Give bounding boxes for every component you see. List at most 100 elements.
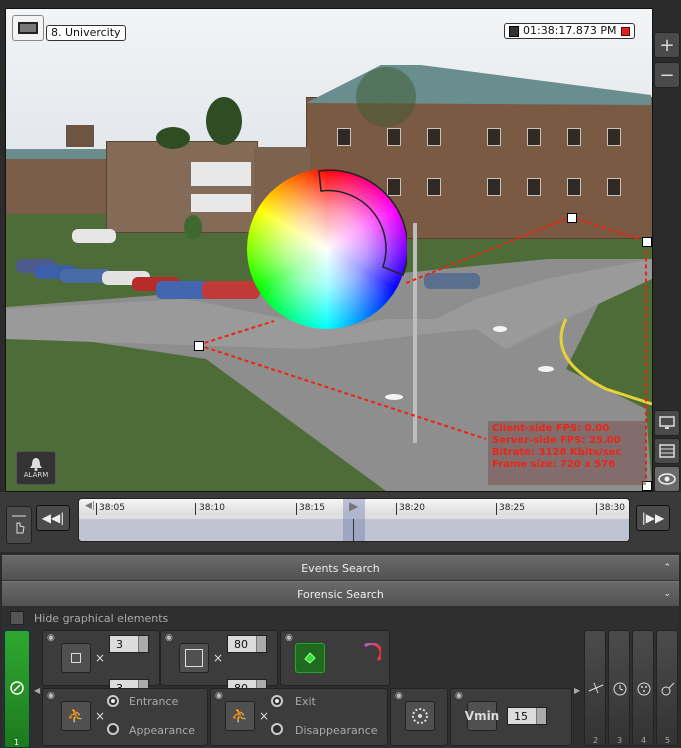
- expand-icon[interactable]: ⌃: [663, 563, 671, 573]
- times-label: ×: [95, 709, 106, 723]
- motion-icon: [661, 682, 675, 696]
- monitor-view-button[interactable]: [654, 410, 680, 436]
- speed-icon: Vmin: [464, 709, 500, 723]
- stream-stats: Client-side FPS: 0.00 Server-side FPS: 2…: [488, 421, 646, 485]
- paint-bucket-icon: [304, 652, 316, 664]
- min-speed-button[interactable]: Vmin: [464, 701, 500, 731]
- disappearance-label: Disappearance: [295, 724, 378, 737]
- timeline-mode-button[interactable]: [6, 506, 32, 544]
- archive-view-button[interactable]: [654, 438, 680, 464]
- loitering-button[interactable]: [405, 701, 435, 731]
- play-icon[interactable]: ▶: [349, 499, 358, 513]
- hide-graphical-label: Hide graphical elements: [34, 612, 169, 625]
- fast-forward-icon: |▶▶: [641, 511, 665, 525]
- scroll-left-icon[interactable]: ◀: [34, 686, 40, 695]
- times-label: ×: [95, 651, 106, 665]
- timeline-tick: 38:20: [399, 503, 425, 513]
- hide-graphical-checkbox[interactable]: [10, 611, 24, 625]
- mode-number: 5: [665, 736, 671, 745]
- query-tab-1[interactable]: 1: [4, 630, 30, 748]
- timeline-tick: 38:15: [299, 503, 325, 513]
- color-fill-button[interactable]: [295, 643, 325, 673]
- mode-button-5[interactable]: 5: [656, 630, 678, 746]
- stat-server-fps: Server-side FPS: 25.00: [492, 435, 621, 446]
- volume-icon[interactable]: ◀|: [85, 501, 95, 511]
- dotted-circle-icon: [412, 708, 428, 724]
- stat-frame-size: Frame size: 720 x 576: [492, 459, 616, 470]
- clock-icon: [613, 682, 627, 696]
- line-cross-icon: [588, 682, 604, 694]
- times-label: ×: [213, 651, 224, 665]
- step-forward-button[interactable]: |▶▶: [636, 505, 670, 531]
- exit-button[interactable]: ⛹: [225, 701, 255, 731]
- eye-icon[interactable]: ◉: [47, 633, 55, 643]
- stat-bitrate: Bitrate: 3128 Kbits/sec: [492, 447, 622, 458]
- film-icon: [659, 444, 675, 458]
- playhead-line: [353, 519, 354, 541]
- mode-number: 2: [593, 736, 599, 745]
- events-search-title: Events Search: [301, 561, 380, 575]
- eye-icon[interactable]: ◉: [165, 633, 173, 643]
- eye-icon[interactable]: ◉: [455, 691, 463, 701]
- exit-radio[interactable]: [271, 695, 283, 707]
- mode-number: 4: [641, 736, 647, 745]
- zone-vertex-handle[interactable]: [194, 341, 204, 351]
- mode-button-4[interactable]: 4: [632, 630, 654, 746]
- large-object-button[interactable]: [179, 643, 209, 673]
- detection-zone[interactable]: [6, 9, 652, 491]
- entrance-button[interactable]: ⛹: [61, 701, 91, 731]
- walking-person-icon: ⛹: [231, 708, 249, 724]
- entrance-label: Entrance: [129, 695, 179, 708]
- eye-icon[interactable]: ◉: [47, 691, 55, 701]
- mode-button-3[interactable]: 3: [608, 630, 630, 746]
- zone-vertex-handle[interactable]: [567, 213, 577, 223]
- loitering-group: ◉: [390, 688, 448, 746]
- bell-icon: [30, 458, 42, 471]
- small-width-spinner[interactable]: 3: [109, 635, 149, 653]
- timeline-tick: 38:30: [599, 503, 625, 513]
- zoom-in-button[interactable]: +: [654, 32, 680, 58]
- alarm-label: ALARM: [23, 471, 49, 479]
- forensic-view-button[interactable]: [654, 466, 680, 492]
- speed-spinner[interactable]: 15: [507, 707, 547, 725]
- entrance-radio[interactable]: [107, 695, 119, 707]
- square-icon: [71, 653, 81, 663]
- eye-icon[interactable]: ◉: [395, 691, 403, 701]
- stat-client-fps: Client-side FPS: 0.00: [492, 423, 610, 434]
- eye-icon[interactable]: ◉: [285, 633, 293, 643]
- timeline-tick: 38:10: [199, 503, 225, 513]
- video-viewport[interactable]: 8. Univercity 01:38:17.873 PM Client-sid…: [5, 8, 653, 492]
- plus-icon: +: [659, 34, 675, 56]
- alarm-button[interactable]: ALARM: [16, 451, 56, 485]
- entrance-group: ◉ ⛹ × Entrance Appearance: [42, 688, 208, 746]
- walking-person-icon: ⛹: [67, 708, 85, 724]
- hand-cursor-icon: [12, 515, 26, 534]
- hue-arc-icon: [363, 643, 381, 662]
- disappearance-radio[interactable]: [271, 723, 283, 735]
- small-object-button[interactable]: [61, 643, 91, 673]
- eye-icon[interactable]: ◉: [215, 691, 223, 701]
- step-back-button[interactable]: ◀◀|: [36, 505, 70, 531]
- collapse-icon[interactable]: ⌄: [663, 589, 671, 599]
- zone-vertex-handle[interactable]: [642, 237, 652, 247]
- appearance-radio[interactable]: [107, 723, 119, 735]
- large-grid-group: ◉ × 80 80: [160, 630, 278, 697]
- zoom-out-button[interactable]: −: [654, 62, 680, 88]
- minus-icon: −: [659, 64, 675, 86]
- query-tab-number: 1: [14, 738, 20, 747]
- monitor-icon: [659, 416, 675, 429]
- forensic-search-header[interactable]: Forensic Search ⌄: [2, 581, 679, 607]
- timeline-tick: 38:25: [499, 503, 525, 513]
- scroll-right-icon[interactable]: ▶: [574, 686, 580, 695]
- events-search-header[interactable]: Events Search ⌃: [2, 555, 679, 581]
- exit-label: Exit: [295, 695, 316, 708]
- timeline-tick: 38:05: [99, 503, 125, 513]
- link-icon: [10, 681, 24, 695]
- speed-group: ◉ Vmin 15: [450, 688, 572, 746]
- mode-number: 3: [617, 736, 623, 745]
- color-group: ◉: [280, 630, 390, 686]
- large-width-spinner[interactable]: 80: [227, 635, 267, 653]
- timeline-track[interactable]: ◀| 38:05 38:10 38:15 38:20 38:25 38:30 ▶: [78, 498, 630, 542]
- small-grid-group: ◉ × 3 3: [42, 630, 160, 697]
- mode-button-2[interactable]: 2: [584, 630, 606, 746]
